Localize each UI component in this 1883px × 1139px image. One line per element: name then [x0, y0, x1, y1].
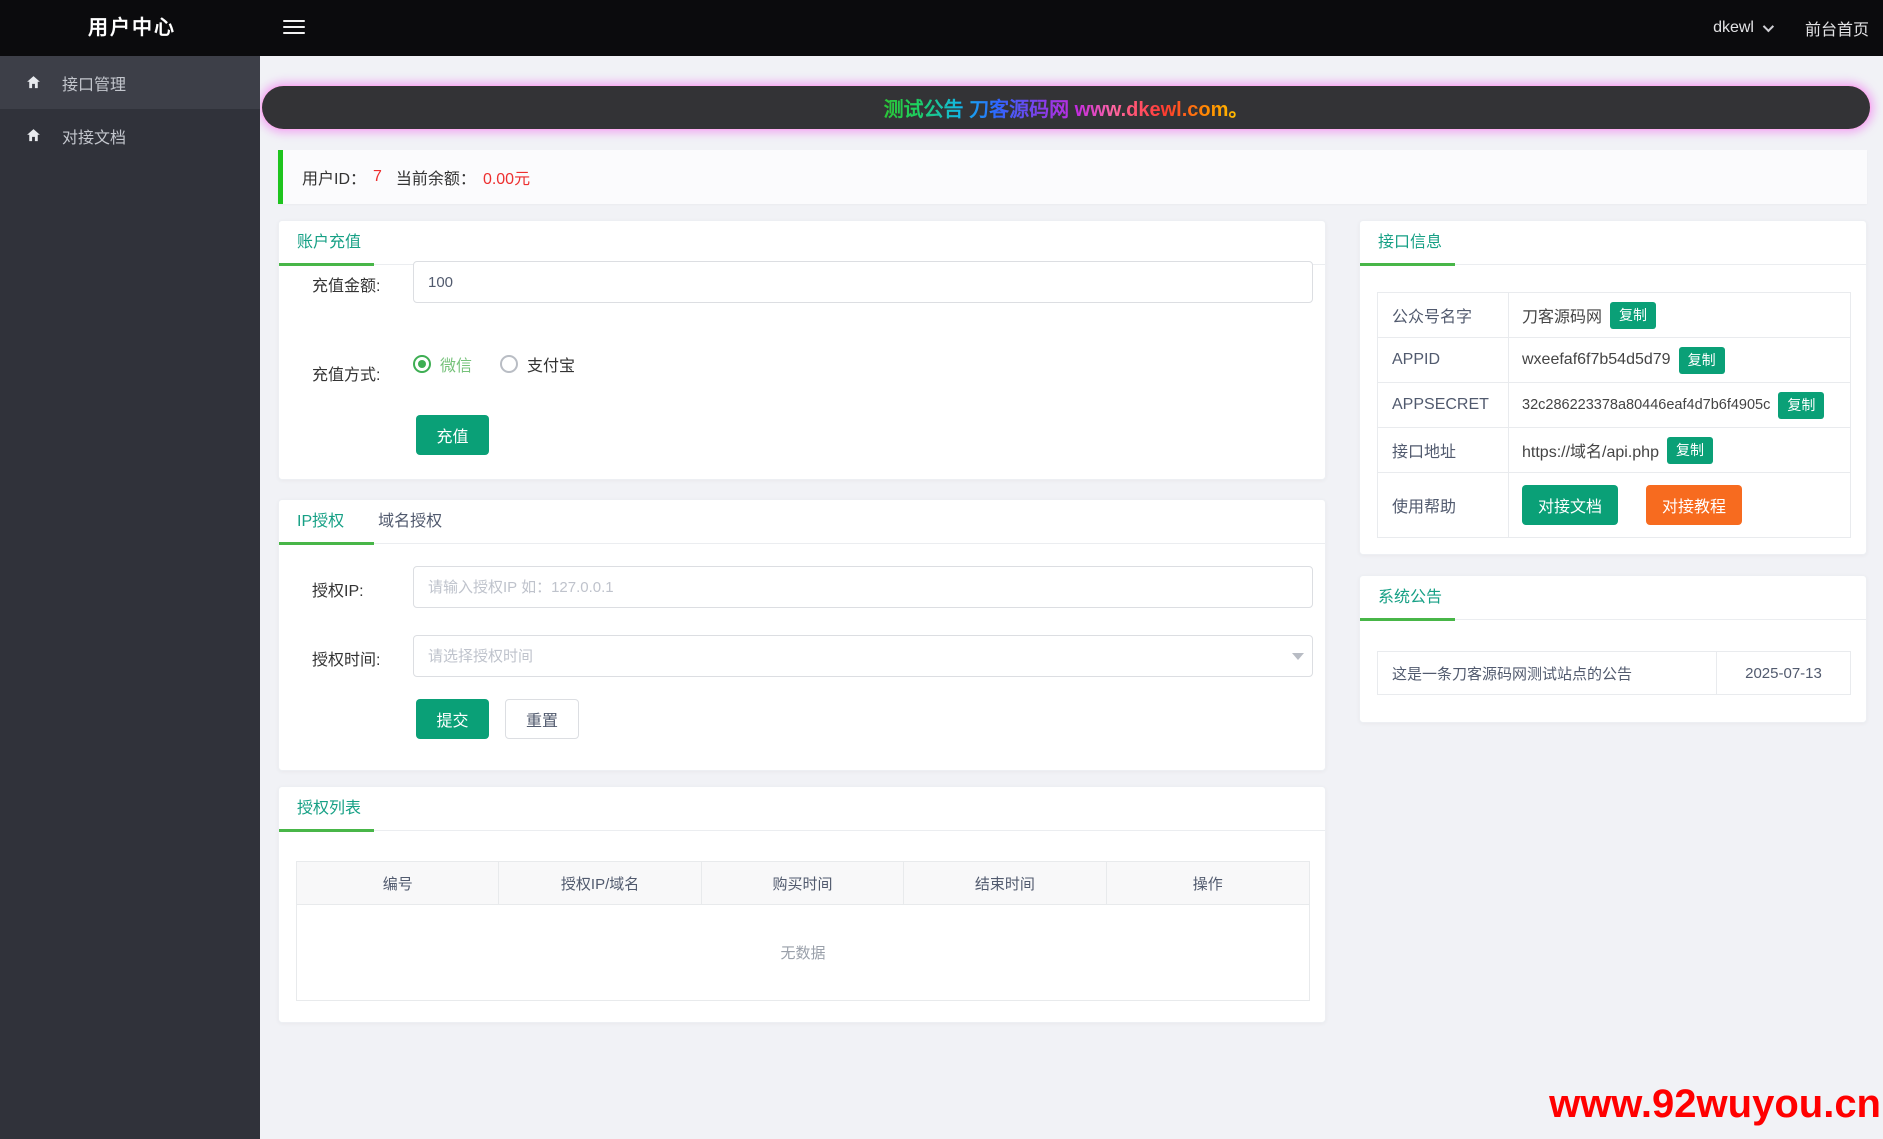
- payment-method-radio-group: 微信 支付宝: [413, 352, 575, 376]
- hamburger-menu-icon[interactable]: [283, 20, 305, 36]
- sidebar-item-api-manage[interactable]: 接口管理: [0, 56, 260, 109]
- site-watermark: www.92wuyou.cn: [1549, 1082, 1881, 1126]
- announcement-banner-text: 测试公告 刀客源码网 www.dkewl.com。: [884, 93, 1249, 122]
- doc-link-button[interactable]: 对接文档: [1522, 485, 1619, 525]
- balance-value: 0.00元: [482, 171, 531, 188]
- copy-button[interactable]: 复制: [1610, 301, 1657, 329]
- radio-wechat-label: 微信: [440, 358, 473, 375]
- table-row: APPSECRET 32c286223378a80446eaf4d7b6f490…: [1378, 383, 1850, 428]
- auth-table-header-row: 编号 授权IP/域名 购买时间 结束时间 操作: [297, 862, 1309, 905]
- api-info-table: 公众号名字 刀客源码网 复制 APPID wxeefaf6f7b54d5d79 …: [1377, 292, 1851, 538]
- user-info-bar: 用户ID： 7 当前余额： 0.00元: [278, 150, 1867, 204]
- amount-label: 充值金额:: [312, 278, 381, 295]
- notice-row: 这是一条刀客源码网测试站点的公告 2025-07-13: [1377, 651, 1851, 695]
- system-notice-title: 系统公告: [1378, 589, 1443, 606]
- auth-ip-label: 授权IP:: [312, 583, 364, 600]
- column-header-buy-time: 购买时间: [702, 862, 905, 904]
- system-notice-card: 系统公告 这是一条刀客源码网测试站点的公告 2025-07-13: [1359, 575, 1867, 723]
- appid-label: APPID: [1378, 338, 1509, 382]
- active-tab-underline: [1360, 618, 1455, 621]
- recharge-submit-button[interactable]: 充值: [416, 415, 489, 455]
- header-right: dkewl 前台首页: [1713, 0, 1869, 56]
- user-center-page: 用户中心 dkewl 前台首页 接口管理 对接文档 测试公告 刀客源码网 www…: [0, 0, 1883, 1139]
- sidebar-item-label: 对接文档: [62, 129, 127, 147]
- radio-wechat[interactable]: 微信: [413, 352, 472, 376]
- copy-button[interactable]: 复制: [1666, 436, 1713, 464]
- tab-domain-auth[interactable]: 域名授权: [378, 507, 442, 531]
- api-url-value: https://域名/api.php: [1522, 444, 1659, 461]
- user-dropdown[interactable]: dkewl: [1713, 19, 1775, 37]
- official-account-value: 刀客源码网: [1522, 309, 1603, 326]
- table-row: APPID wxeefaf6f7b54d5d79 复制: [1378, 338, 1850, 383]
- auth-time-select[interactable]: [413, 635, 1313, 677]
- auth-list-card-header: 授权列表: [279, 787, 1325, 832]
- auth-reset-button[interactable]: 重置: [505, 699, 579, 739]
- chevron-down-icon: [1762, 20, 1775, 33]
- tab-ip-auth[interactable]: IP授权: [297, 507, 344, 531]
- active-tab-underline: [279, 829, 374, 832]
- frontend-home-link[interactable]: 前台首页: [1805, 16, 1869, 40]
- help-label: 使用帮助: [1378, 473, 1509, 537]
- user-id-label: 用户ID：: [302, 171, 367, 188]
- home-icon: [25, 74, 42, 91]
- radio-alipay-label: 支付宝: [527, 358, 576, 375]
- recharge-card-title: 账户充值: [297, 234, 362, 251]
- username-label: dkewl: [1713, 19, 1754, 36]
- system-notice-card-header: 系统公告: [1360, 576, 1866, 621]
- amount-input[interactable]: [413, 261, 1313, 303]
- column-header-actions: 操作: [1192, 875, 1223, 893]
- authorize-tabs: IP授权 域名授权: [279, 500, 1325, 545]
- auth-time-label: 授权时间:: [312, 652, 381, 669]
- api-info-card: 接口信息 公众号名字 刀客源码网 复制 APPID wxeefaf6f7b54d…: [1359, 220, 1867, 555]
- radio-unselected-icon: [500, 355, 519, 373]
- auth-submit-button[interactable]: 提交: [416, 699, 489, 739]
- sidebar-item-docs[interactable]: 对接文档: [0, 109, 260, 162]
- authorize-card: IP授权 域名授权 授权IP: 授权时间: 提交 重置: [278, 499, 1326, 771]
- scrolling-announcement-banner: 测试公告 刀客源码网 www.dkewl.com。: [262, 86, 1870, 129]
- notice-content: 这是一条刀客源码网测试站点的公告: [1392, 665, 1633, 683]
- table-row: 接口地址 https://域名/api.php 复制: [1378, 428, 1850, 473]
- copy-button[interactable]: 复制: [1778, 391, 1825, 419]
- notice-date: 2025-07-13: [1716, 652, 1850, 694]
- active-tab-underline: [279, 542, 374, 545]
- column-header-end-time: 结束时间: [904, 862, 1107, 904]
- user-id-value: 7: [373, 168, 382, 185]
- auth-list-card: 授权列表 编号 授权IP/域名 购买时间 结束时间 操作 无数据: [278, 786, 1326, 1023]
- official-account-label: 公众号名字: [1378, 293, 1509, 337]
- active-tab-underline: [1360, 263, 1455, 266]
- home-icon: [25, 127, 42, 144]
- top-header: 用户中心 dkewl 前台首页: [0, 0, 1883, 56]
- method-label: 充值方式:: [312, 367, 381, 384]
- empty-table-placeholder: 无数据: [297, 905, 1309, 1000]
- appsecret-value: 32c286223378a80446eaf4d7b6f4905c: [1522, 397, 1771, 413]
- auth-list-table: 编号 授权IP/域名 购买时间 结束时间 操作 无数据: [296, 861, 1310, 1001]
- copy-button[interactable]: 复制: [1678, 346, 1725, 374]
- page-title: 用户中心: [88, 17, 176, 39]
- sidebar-item-label: 接口管理: [62, 76, 127, 94]
- sidebar: 接口管理 对接文档: [0, 56, 260, 1139]
- active-tab-underline: [279, 263, 374, 266]
- column-header-id: 编号: [297, 862, 500, 904]
- api-url-label: 接口地址: [1378, 428, 1509, 472]
- balance-label: 当前余额：: [395, 171, 476, 188]
- table-row: 公众号名字 刀客源码网 复制: [1378, 293, 1850, 338]
- column-header-ip-domain: 授权IP/域名: [499, 862, 702, 904]
- appsecret-label: APPSECRET: [1378, 383, 1509, 427]
- appid-value: wxeefaf6f7b54d5d79: [1522, 351, 1671, 368]
- auth-list-title: 授权列表: [297, 800, 362, 817]
- auth-ip-input[interactable]: [413, 566, 1313, 608]
- recharge-card-header: 账户充值: [279, 221, 1325, 266]
- radio-alipay[interactable]: 支付宝: [500, 352, 575, 376]
- api-info-title: 接口信息: [1378, 234, 1443, 251]
- table-row: 使用帮助 对接文档 对接教程: [1378, 473, 1850, 537]
- radio-selected-icon: [413, 355, 431, 373]
- tutorial-link-button[interactable]: 对接教程: [1646, 485, 1743, 525]
- recharge-card: 账户充值 充值金额: 充值方式: 微信 支付宝 充值: [278, 220, 1326, 480]
- api-info-card-header: 接口信息: [1360, 221, 1866, 266]
